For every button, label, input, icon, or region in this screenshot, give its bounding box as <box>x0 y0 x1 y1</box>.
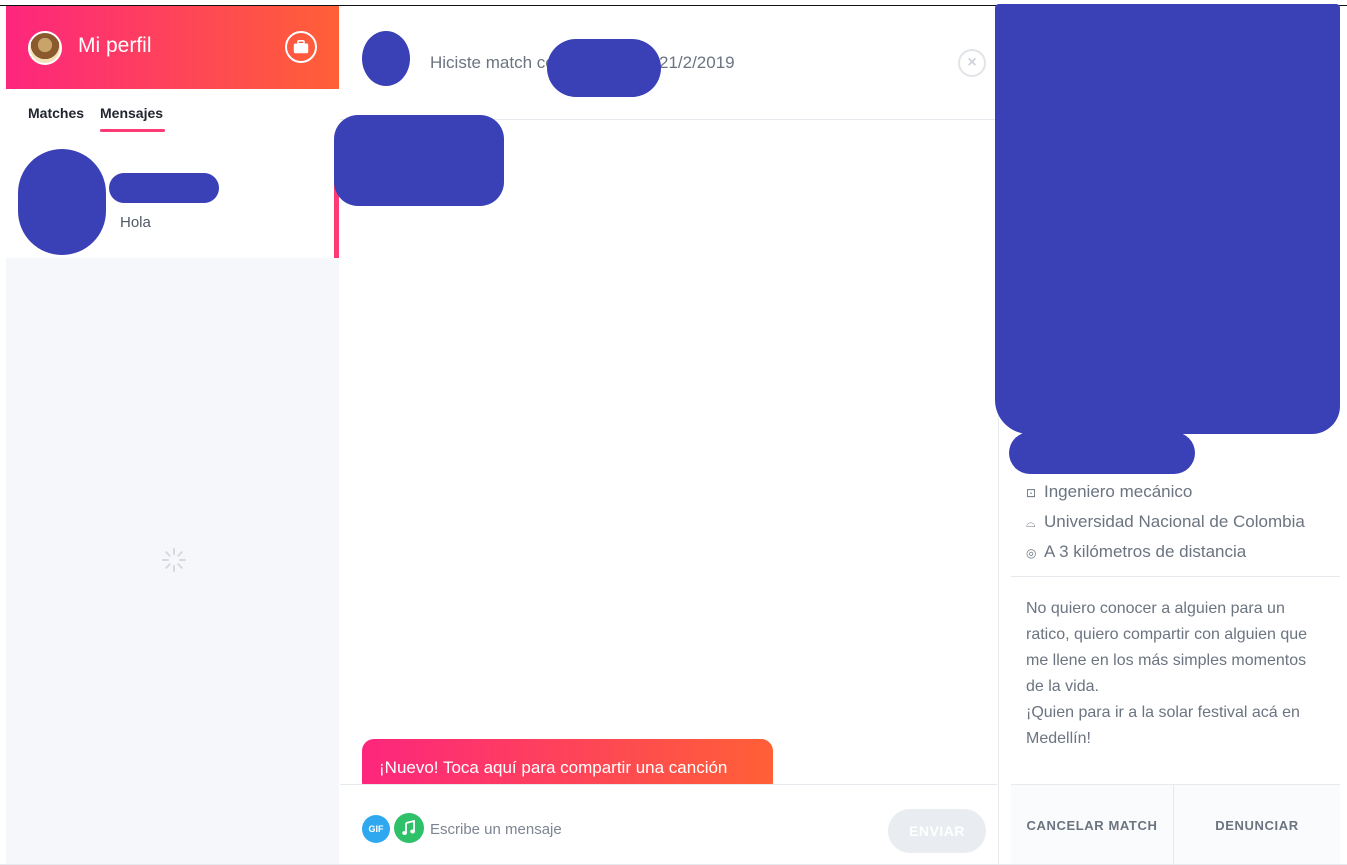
unmatch-button[interactable]: CANCELAR MATCH <box>1011 785 1174 865</box>
redacted-message <box>334 115 504 206</box>
report-button[interactable]: DENUNCIAR <box>1174 785 1340 865</box>
redacted-avatar <box>18 149 106 255</box>
profile-job-text: Ingeniero mecánico <box>1044 482 1193 501</box>
gif-button[interactable]: GIF <box>362 815 390 843</box>
chat-panel: Hiciste match co 21/2/2019 × ¡Nuevo! Toc… <box>334 6 997 864</box>
sidebar: Mi perfil Matches Mensajes Hola <box>6 6 339 864</box>
profile-job: ⊡ Ingeniero mecánico <box>1026 482 1192 502</box>
briefcase-icon <box>293 40 309 54</box>
close-chat-button[interactable]: × <box>958 49 986 77</box>
profile-actions: CANCELAR MATCH DENUNCIAR <box>1011 784 1340 865</box>
match-profile-panel: ⊡ Ingeniero mecánico ⌓ Universidad Naciona… <box>995 4 1340 865</box>
tab-messages[interactable]: Mensajes <box>100 105 163 121</box>
profile-school-text: Universidad Nacional de Colombia <box>1044 512 1305 531</box>
loading-spinner-icon <box>162 548 186 572</box>
chat-header: Hiciste match co 21/2/2019 × <box>340 6 997 120</box>
tab-matches[interactable]: Matches <box>28 105 84 121</box>
redacted-profile-name <box>1009 432 1195 474</box>
profile-distance-text: A 3 kilómetros de distancia <box>1044 542 1247 561</box>
sidebar-header: Mi perfil <box>6 6 339 89</box>
sidebar-tabs: Matches Mensajes <box>6 89 339 141</box>
music-note-icon <box>402 820 415 835</box>
my-profile-link[interactable]: Mi perfil <box>78 34 152 58</box>
profile-bio: No quiero conocer a alguien para un rati… <box>1026 600 1308 747</box>
close-icon: × <box>967 54 977 71</box>
match-info-text: Hiciste match co <box>430 53 555 72</box>
message-composer: GIF ENVIAR <box>340 784 997 864</box>
briefcase-icon: ⊡ <box>1026 486 1037 500</box>
graduation-cap-icon: ⌓ <box>1026 516 1036 530</box>
send-button[interactable]: ENVIAR <box>888 809 986 853</box>
conversation-list-item[interactable]: Hola <box>6 141 339 258</box>
divider <box>1011 576 1340 577</box>
match-date: 21/2/2019 <box>659 53 735 72</box>
work-mode-button[interactable] <box>285 31 317 63</box>
active-tab-indicator <box>100 129 165 132</box>
redacted-contact-name <box>109 173 219 203</box>
redacted-match-avatar[interactable] <box>362 31 410 86</box>
redacted-profile-photo <box>995 4 1340 434</box>
location-pin-icon: ◎ <box>1026 546 1037 560</box>
share-song-button[interactable] <box>394 813 424 843</box>
profile-school: ⌓ Universidad Nacional de Colombia <box>1026 512 1305 532</box>
my-avatar[interactable] <box>28 31 62 65</box>
last-message-preview: Hola <box>120 214 151 231</box>
redacted-match-name <box>547 39 661 97</box>
profile-distance: ◎ A 3 kilómetros de distancia <box>1026 542 1246 562</box>
message-input[interactable] <box>430 817 870 841</box>
